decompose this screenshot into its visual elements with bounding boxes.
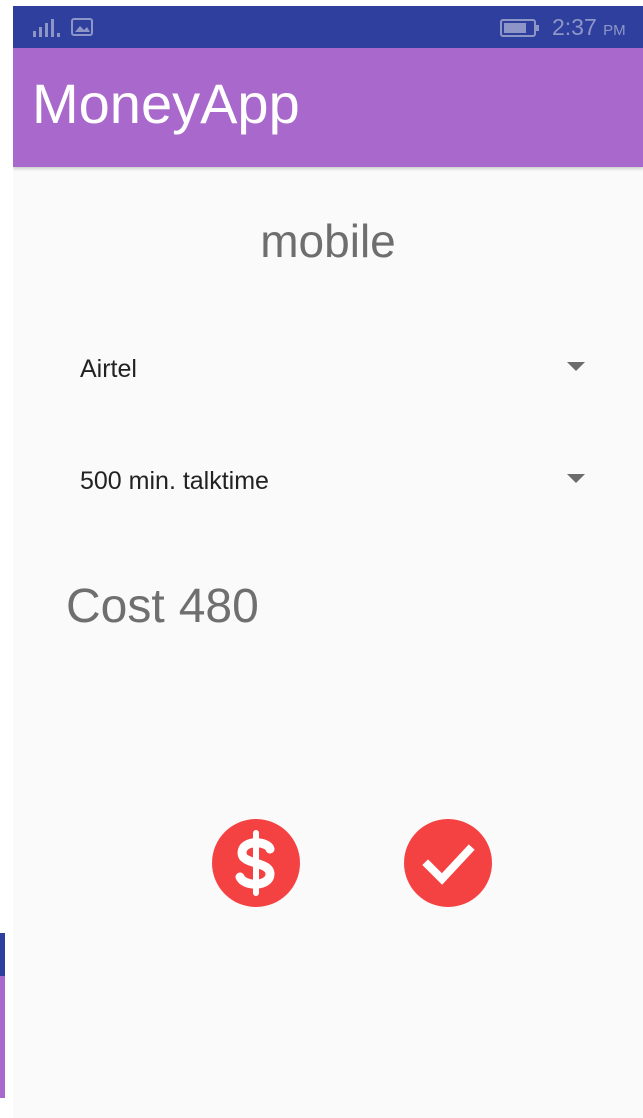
cost-display: Cost 480 xyxy=(66,583,259,631)
edge-stripe xyxy=(0,976,5,1098)
status-time: 2:37 PM xyxy=(552,14,626,40)
dropdown-arrow-icon xyxy=(567,362,585,371)
check-icon xyxy=(422,844,475,885)
app-title: MoneyApp xyxy=(32,72,300,135)
operator-selected-value: Airtel xyxy=(80,355,137,383)
gallery-icon xyxy=(71,18,93,36)
operator-dropdown[interactable]: Airtel xyxy=(80,343,585,393)
dropdown-arrow-icon xyxy=(567,474,585,483)
confirm-button[interactable] xyxy=(404,819,492,907)
pay-button[interactable] xyxy=(212,819,300,907)
edge-stripe xyxy=(0,933,5,976)
dollar-icon xyxy=(235,830,275,896)
app-screen: 2:37 PM MoneyApp mobile Airtel 500 min. … xyxy=(13,6,643,1118)
cost-label: Cost xyxy=(66,580,165,633)
signal-icon xyxy=(33,19,60,37)
app-bar: MoneyApp xyxy=(13,48,643,167)
plan-selected-value: 500 min. talktime xyxy=(80,467,269,495)
status-bar: 2:37 PM xyxy=(13,6,643,48)
category-title: mobile xyxy=(260,215,396,267)
battery-icon xyxy=(500,19,539,37)
plan-dropdown[interactable]: 500 min. talktime xyxy=(80,455,585,505)
cost-value: 480 xyxy=(178,580,259,633)
